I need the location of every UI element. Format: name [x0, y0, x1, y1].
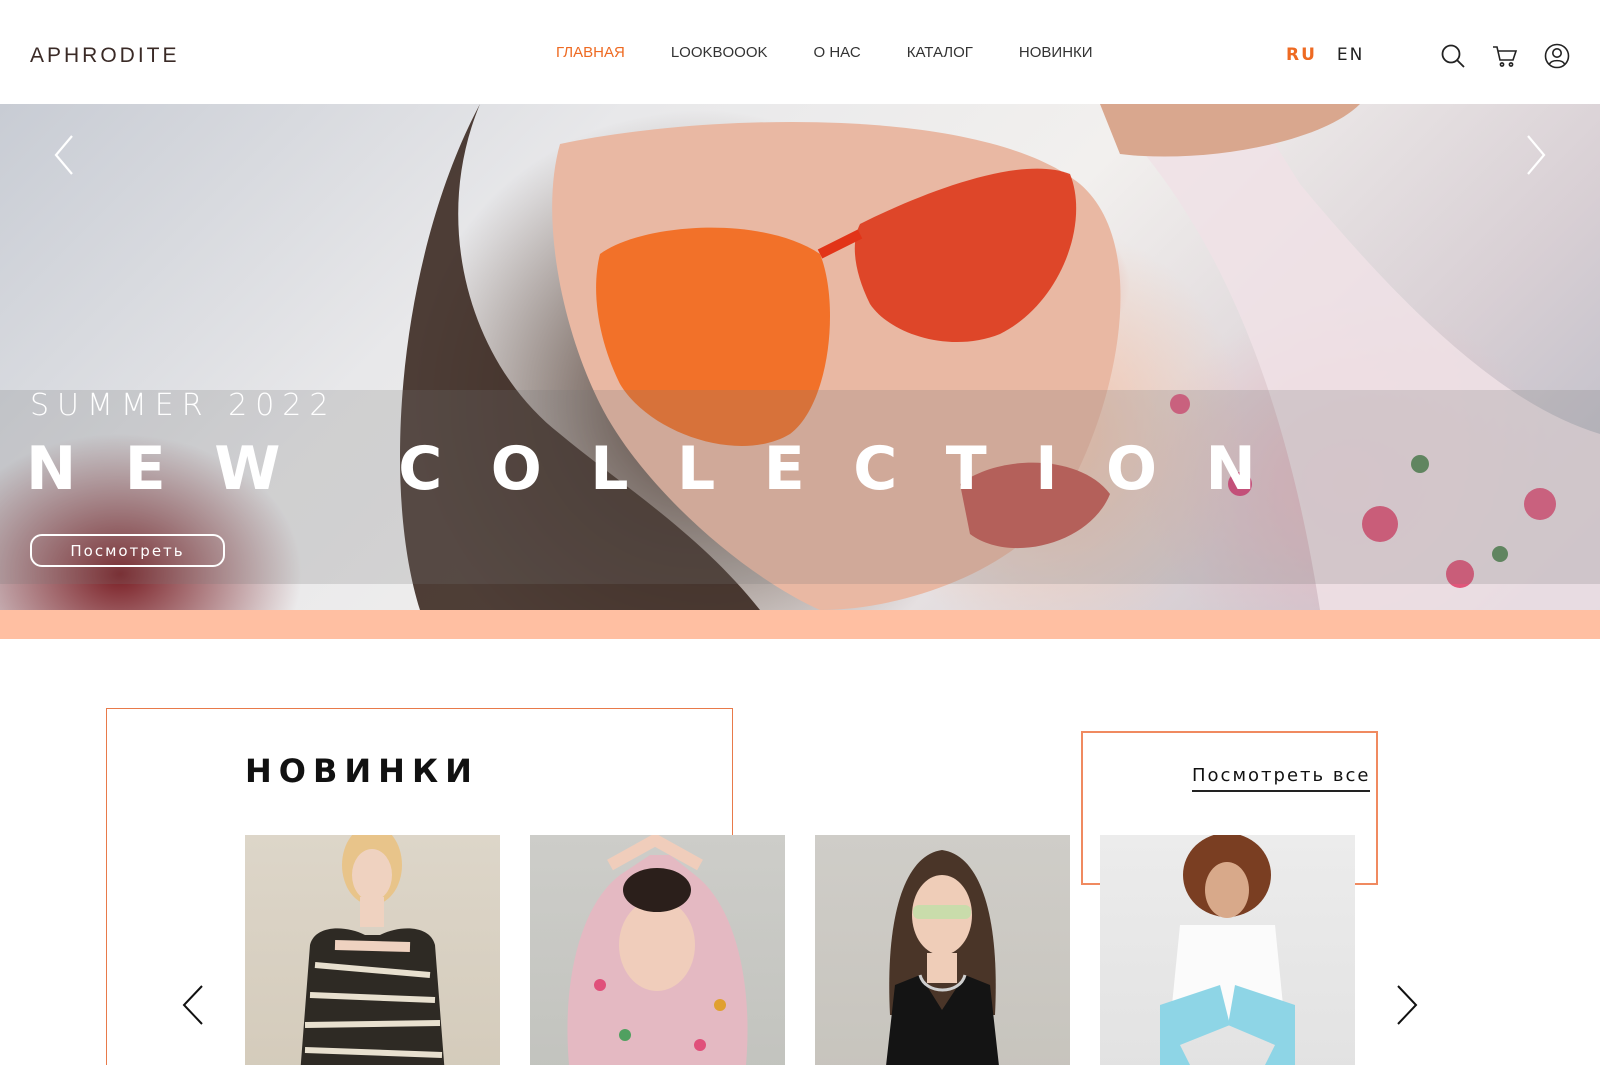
peach-divider	[0, 610, 1600, 639]
lang-en[interactable]: EN	[1337, 45, 1364, 65]
product-carousel	[245, 835, 1355, 1065]
user-icon[interactable]	[1544, 43, 1570, 69]
product-card-white-shirt[interactable]	[1100, 835, 1355, 1065]
search-icon[interactable]	[1440, 43, 1466, 69]
header-icons	[1440, 43, 1570, 69]
hero-next-arrow[interactable]	[1516, 130, 1556, 180]
view-all-link[interactable]: Посмотреть все	[1192, 765, 1371, 792]
carousel-prev-arrow[interactable]	[178, 983, 208, 1027]
hero-banner: SUMMER 2022 NEW COLLECTION Посмотреть	[0, 104, 1600, 610]
hero-prev-arrow[interactable]	[44, 130, 84, 180]
lang-ru[interactable]: RU	[1286, 45, 1317, 65]
cart-icon[interactable]	[1492, 43, 1518, 69]
product-image	[886, 850, 999, 1065]
nav-item-home[interactable]: ГЛАВНАЯ	[556, 44, 625, 61]
carousel-next-arrow[interactable]	[1392, 983, 1422, 1027]
hero-title: NEW COLLECTION	[26, 434, 1305, 504]
brand-logo[interactable]: APHRODITE	[30, 44, 180, 68]
main-nav: ГЛАВНАЯ LOOKBOOOK О НАС КАТАЛОГ НОВИНКИ	[556, 44, 1093, 61]
product-card-zebra-dress[interactable]	[245, 835, 500, 1065]
product-image	[300, 835, 445, 1065]
language-switcher: RU EN	[1286, 45, 1364, 65]
product-card-black-top[interactable]	[815, 835, 1070, 1065]
hero-subtitle: SUMMER 2022	[30, 388, 337, 423]
section-title-new: НОВИНКИ	[245, 752, 479, 790]
product-image	[567, 835, 748, 1065]
nav-item-catalog[interactable]: КАТАЛОГ	[907, 44, 973, 61]
nav-item-lookbook[interactable]: LOOKBOOOK	[671, 44, 768, 61]
hero-view-button[interactable]: Посмотреть	[30, 534, 225, 567]
product-image	[1160, 835, 1295, 1065]
nav-item-new[interactable]: НОВИНКИ	[1019, 44, 1093, 61]
nav-item-about[interactable]: О НАС	[814, 44, 861, 61]
product-card-floral-blouse[interactable]	[530, 835, 785, 1065]
site-header: APHRODITE ГЛАВНАЯ LOOKBOOOK О НАС КАТАЛО…	[0, 0, 1600, 104]
page: APHRODITE ГЛАВНАЯ LOOKBOOOK О НАС КАТАЛО…	[0, 0, 1600, 1065]
